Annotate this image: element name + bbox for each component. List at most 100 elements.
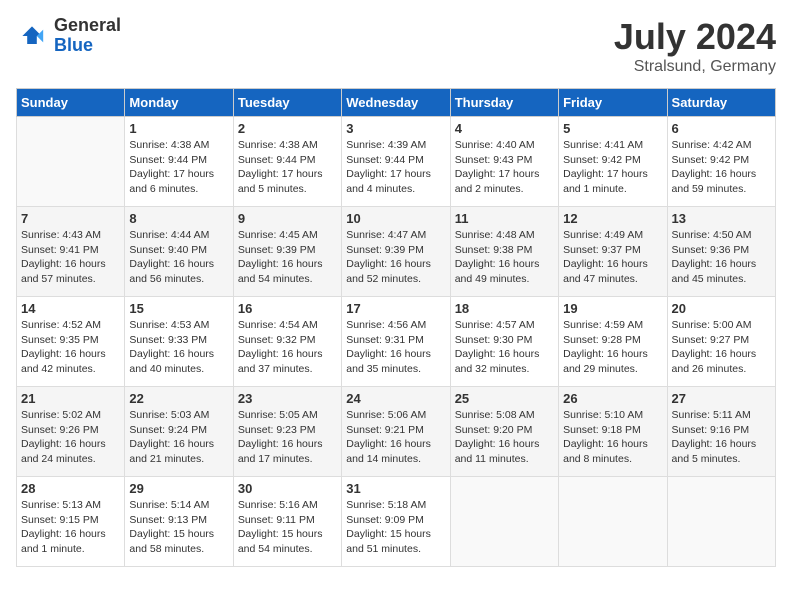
day-info: Sunrise: 4:45 AM Sunset: 9:39 PM Dayligh… xyxy=(238,228,337,287)
day-info: Sunrise: 4:54 AM Sunset: 9:32 PM Dayligh… xyxy=(238,318,337,377)
col-thursday: Thursday xyxy=(450,89,558,117)
calendar-week-row: 21 Sunrise: 5:02 AM Sunset: 9:26 PM Dayli… xyxy=(17,387,776,477)
day-number: 31 xyxy=(346,481,445,496)
day-info: Sunrise: 5:14 AM Sunset: 9:13 PM Dayligh… xyxy=(129,498,228,557)
day-info: Sunrise: 4:50 AM Sunset: 9:36 PM Dayligh… xyxy=(672,228,771,287)
day-number: 29 xyxy=(129,481,228,496)
day-info: Sunrise: 4:38 AM Sunset: 9:44 PM Dayligh… xyxy=(129,138,228,197)
day-number: 1 xyxy=(129,121,228,136)
day-number: 19 xyxy=(563,301,662,316)
calendar-day-cell: 9 Sunrise: 4:45 AM Sunset: 9:39 PM Daylig… xyxy=(233,207,341,297)
day-info: Sunrise: 4:48 AM Sunset: 9:38 PM Dayligh… xyxy=(455,228,554,287)
day-number: 8 xyxy=(129,211,228,226)
col-sunday: Sunday xyxy=(17,89,125,117)
calendar-week-row: 7 Sunrise: 4:43 AM Sunset: 9:41 PM Daylig… xyxy=(17,207,776,297)
logo-general-text: General xyxy=(54,16,121,36)
day-number: 30 xyxy=(238,481,337,496)
logo-text: General Blue xyxy=(54,16,121,56)
calendar-day-cell: 18Sunrise: 4:57 AM Sunset: 9:30 PM Dayli… xyxy=(450,297,558,387)
calendar-day-cell xyxy=(450,477,558,567)
day-info: Sunrise: 4:40 AM Sunset: 9:43 PM Dayligh… xyxy=(455,138,554,197)
day-number: 26 xyxy=(563,391,662,406)
calendar-day-cell: 29 Sunrise: 5:14 AM Sunset: 9:13 PM Dayli… xyxy=(125,477,233,567)
day-number: 20 xyxy=(672,301,771,316)
day-info: Sunrise: 4:47 AM Sunset: 9:39 PM Dayligh… xyxy=(346,228,445,287)
calendar-day-cell: 28Sunrise: 5:13 AM Sunset: 9:15 PM Dayli… xyxy=(17,477,125,567)
calendar-day-cell: 24Sunrise: 5:06 AM Sunset: 9:21 PM Dayli… xyxy=(342,387,450,477)
day-number: 9 xyxy=(238,211,337,226)
calendar-day-cell: 8Sunrise: 4:44 AM Sunset: 9:40 PM Daylig… xyxy=(125,207,233,297)
calendar-day-cell: 1 Sunrise: 4:38 AM Sunset: 9:44 PM Daylig… xyxy=(125,117,233,207)
calendar-day-cell: 13 Sunrise: 4:50 AM Sunset: 9:36 PM Dayli… xyxy=(667,207,775,297)
day-info: Sunrise: 4:49 AM Sunset: 9:37 PM Dayligh… xyxy=(563,228,662,287)
calendar-day-cell: 15Sunrise: 4:53 AM Sunset: 9:33 PM Dayli… xyxy=(125,297,233,387)
day-number: 11 xyxy=(455,211,554,226)
day-number: 27 xyxy=(672,391,771,406)
calendar-day-cell: 10 Sunrise: 4:47 AM Sunset: 9:39 PM Dayli… xyxy=(342,207,450,297)
logo-blue-text: Blue xyxy=(54,36,121,56)
day-info: Sunrise: 4:53 AM Sunset: 9:33 PM Dayligh… xyxy=(129,318,228,377)
day-info: Sunrise: 5:10 AM Sunset: 9:18 PM Dayligh… xyxy=(563,408,662,467)
day-number: 3 xyxy=(346,121,445,136)
calendar-day-cell: 20 Sunrise: 5:00 AM Sunset: 9:27 PM Dayli… xyxy=(667,297,775,387)
calendar-day-cell: 7 Sunrise: 4:43 AM Sunset: 9:41 PM Daylig… xyxy=(17,207,125,297)
day-number: 14 xyxy=(21,301,120,316)
calendar-day-cell: 27 Sunrise: 5:11 AM Sunset: 9:16 PM Dayli… xyxy=(667,387,775,477)
col-friday: Friday xyxy=(559,89,667,117)
day-number: 16 xyxy=(238,301,337,316)
calendar-day-cell: 4 Sunrise: 4:40 AM Sunset: 9:43 PM Daylig… xyxy=(450,117,558,207)
day-number: 5 xyxy=(563,121,662,136)
day-info: Sunrise: 5:03 AM Sunset: 9:24 PM Dayligh… xyxy=(129,408,228,467)
day-number: 7 xyxy=(21,211,120,226)
day-info: Sunrise: 4:38 AM Sunset: 9:44 PM Dayligh… xyxy=(238,138,337,197)
calendar-day-cell: 22 Sunrise: 5:03 AM Sunset: 9:24 PM Dayli… xyxy=(125,387,233,477)
day-number: 10 xyxy=(346,211,445,226)
day-info: Sunrise: 4:52 AM Sunset: 9:35 PM Dayligh… xyxy=(21,318,120,377)
day-info: Sunrise: 5:02 AM Sunset: 9:26 PM Dayligh… xyxy=(21,408,120,467)
calendar-day-cell: 26 Sunrise: 5:10 AM Sunset: 9:18 PM Dayli… xyxy=(559,387,667,477)
logo-icon xyxy=(16,20,48,52)
calendar-day-cell: 2 Sunrise: 4:38 AM Sunset: 9:44 PM Daylig… xyxy=(233,117,341,207)
calendar-day-cell: 3Sunrise: 4:39 AM Sunset: 9:44 PM Daylig… xyxy=(342,117,450,207)
month-year-title: July 2024 xyxy=(614,16,776,58)
day-number: 4 xyxy=(455,121,554,136)
logo: General Blue xyxy=(16,16,121,56)
calendar-day-cell: 16 Sunrise: 4:54 AM Sunset: 9:32 PM Dayli… xyxy=(233,297,341,387)
day-info: Sunrise: 5:11 AM Sunset: 9:16 PM Dayligh… xyxy=(672,408,771,467)
day-info: Sunrise: 4:42 AM Sunset: 9:42 PM Dayligh… xyxy=(672,138,771,197)
calendar-day-cell xyxy=(667,477,775,567)
day-number: 23 xyxy=(238,391,337,406)
col-monday: Monday xyxy=(125,89,233,117)
calendar-day-cell: 12 Sunrise: 4:49 AM Sunset: 9:37 PM Dayli… xyxy=(559,207,667,297)
day-info: Sunrise: 5:08 AM Sunset: 9:20 PM Dayligh… xyxy=(455,408,554,467)
calendar-day-cell: 25 Sunrise: 5:08 AM Sunset: 9:20 PM Dayli… xyxy=(450,387,558,477)
day-number: 21 xyxy=(21,391,120,406)
calendar-day-cell xyxy=(17,117,125,207)
day-number: 17 xyxy=(346,301,445,316)
day-number: 6 xyxy=(672,121,771,136)
day-info: Sunrise: 4:56 AM Sunset: 9:31 PM Dayligh… xyxy=(346,318,445,377)
day-info: Sunrise: 5:05 AM Sunset: 9:23 PM Dayligh… xyxy=(238,408,337,467)
calendar-day-cell: 14 Sunrise: 4:52 AM Sunset: 9:35 PM Dayli… xyxy=(17,297,125,387)
location-subtitle: Stralsund, Germany xyxy=(614,58,776,76)
day-info: Sunrise: 5:00 AM Sunset: 9:27 PM Dayligh… xyxy=(672,318,771,377)
header-row: Sunday Monday Tuesday Wednesday Thursday… xyxy=(17,89,776,117)
day-number: 13 xyxy=(672,211,771,226)
page-header: General Blue July 2024 Stralsund, German… xyxy=(16,16,776,76)
day-number: 25 xyxy=(455,391,554,406)
calendar-day-cell: 5 Sunrise: 4:41 AM Sunset: 9:42 PM Daylig… xyxy=(559,117,667,207)
calendar-week-row: 28Sunrise: 5:13 AM Sunset: 9:15 PM Dayli… xyxy=(17,477,776,567)
day-number: 18 xyxy=(455,301,554,316)
day-number: 2 xyxy=(238,121,337,136)
day-info: Sunrise: 4:43 AM Sunset: 9:41 PM Dayligh… xyxy=(21,228,120,287)
col-tuesday: Tuesday xyxy=(233,89,341,117)
day-number: 22 xyxy=(129,391,228,406)
day-number: 12 xyxy=(563,211,662,226)
calendar-day-cell: 11 Sunrise: 4:48 AM Sunset: 9:38 PM Dayli… xyxy=(450,207,558,297)
day-info: Sunrise: 5:16 AM Sunset: 9:11 PM Dayligh… xyxy=(238,498,337,557)
calendar-week-row: 14 Sunrise: 4:52 AM Sunset: 9:35 PM Dayli… xyxy=(17,297,776,387)
col-saturday: Saturday xyxy=(667,89,775,117)
day-info: Sunrise: 4:59 AM Sunset: 9:28 PM Dayligh… xyxy=(563,318,662,377)
calendar-week-row: 1 Sunrise: 4:38 AM Sunset: 9:44 PM Daylig… xyxy=(17,117,776,207)
day-info: Sunrise: 4:41 AM Sunset: 9:42 PM Dayligh… xyxy=(563,138,662,197)
